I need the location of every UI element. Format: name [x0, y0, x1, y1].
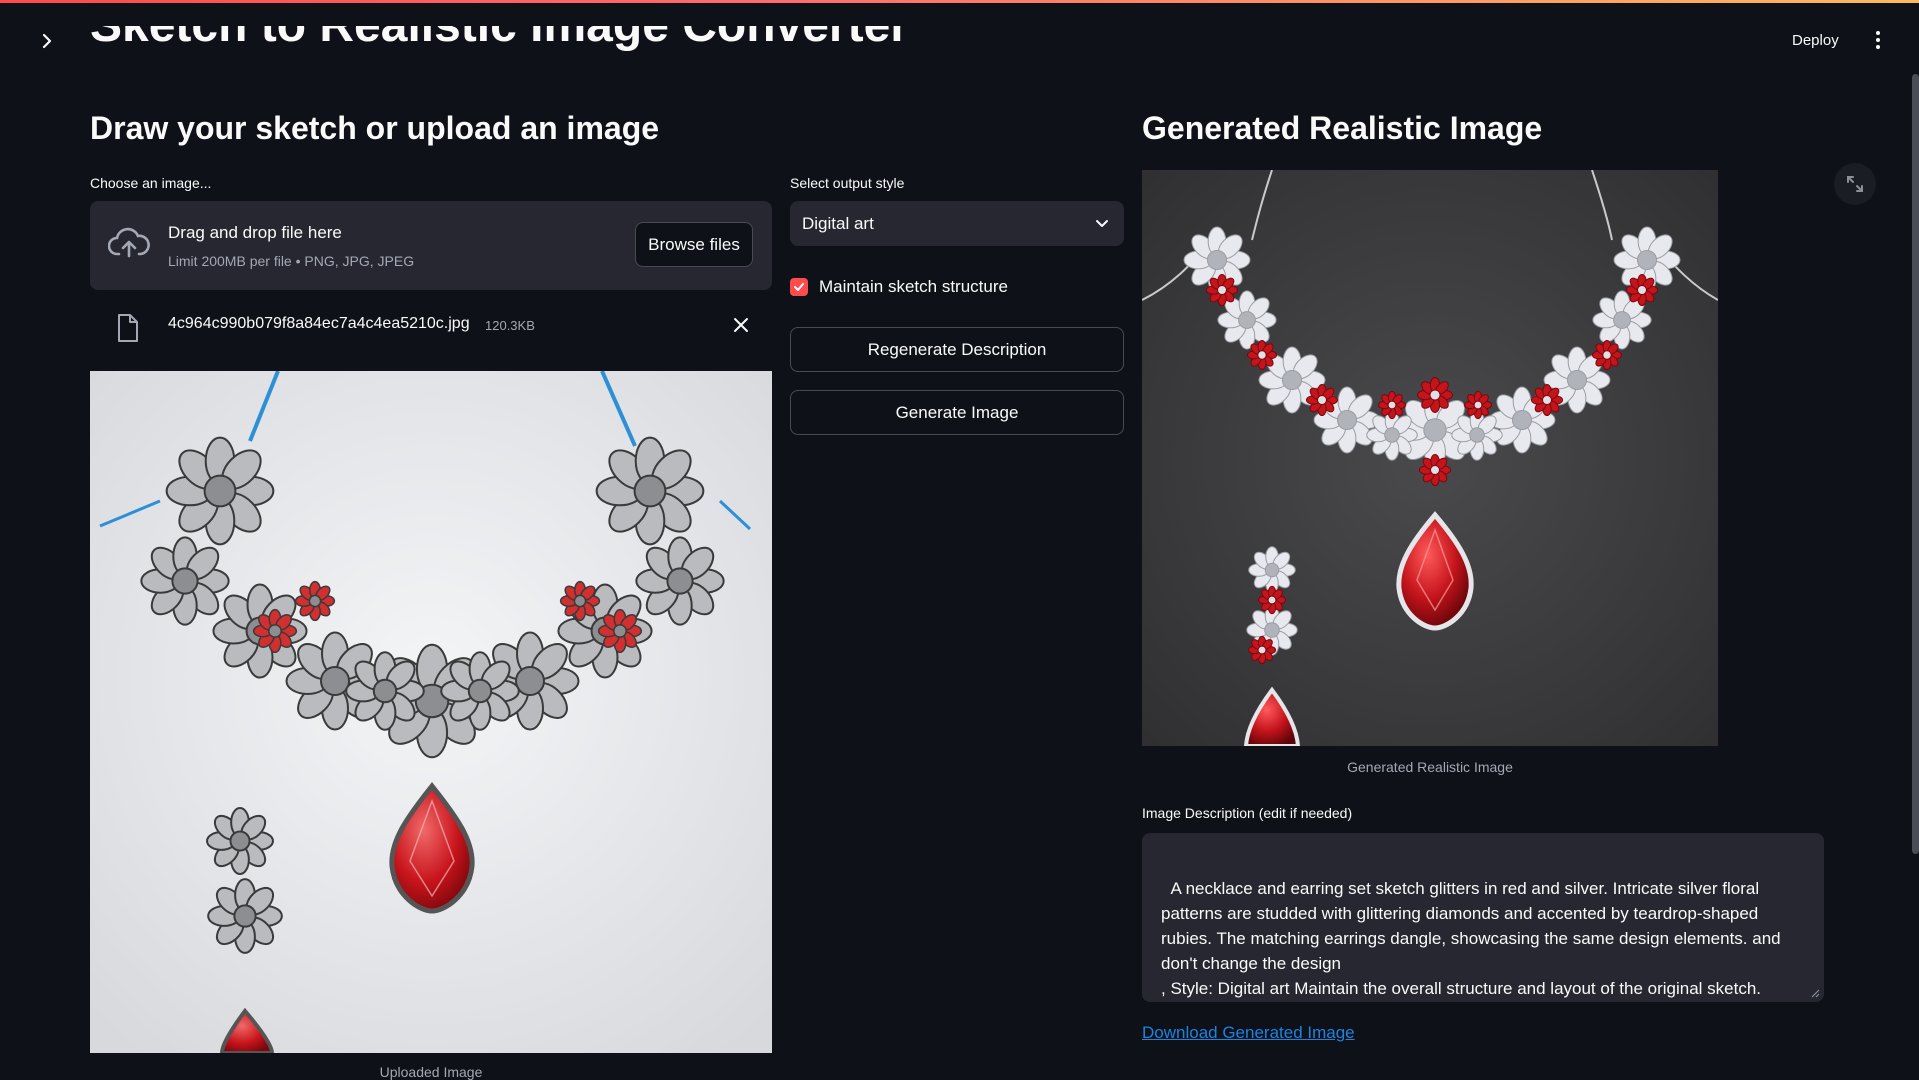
- expand-icon: [1847, 176, 1863, 192]
- chevron-down-icon: [1096, 220, 1108, 227]
- output-style-select[interactable]: Digital art: [790, 201, 1124, 246]
- maintain-structure-checkbox[interactable]: [790, 278, 808, 296]
- generate-image-button[interactable]: Generate Image: [790, 390, 1124, 435]
- generated-image-caption: Generated Realistic Image: [1347, 759, 1513, 775]
- file-name: 4c964c990b079f8a84ec7a4c4ea5210c.jpg: [168, 315, 470, 332]
- generated-image: [1142, 170, 1718, 746]
- description-label: Image Description (edit if needed): [1142, 805, 1353, 821]
- kebab-menu-icon: [1876, 31, 1880, 49]
- file-size: 120.3KB: [485, 318, 535, 333]
- chevron-right-icon: [42, 33, 52, 49]
- close-icon[interactable]: [731, 315, 751, 335]
- uploaded-file-row: 4c964c990b079f8a84ec7a4c4ea5210c.jpg 120…: [90, 305, 772, 349]
- right-heading: Generated Realistic Image: [1142, 110, 1543, 146]
- sidebar-toggle-button[interactable]: [30, 28, 64, 54]
- left-heading: Draw your sketch or upload an image: [90, 110, 660, 146]
- page-scrollbar[interactable]: [1912, 74, 1919, 854]
- file-icon: [118, 314, 138, 342]
- checkmark-icon: [794, 283, 804, 291]
- download-generated-image-link[interactable]: Download Generated Image: [1142, 1023, 1355, 1043]
- resize-grip-icon[interactable]: [1810, 988, 1820, 998]
- top-accent-bar: [0, 0, 1919, 3]
- output-style-value: Digital art: [802, 214, 874, 233]
- uploaded-image-caption: Uploaded Image: [379, 1064, 483, 1080]
- style-select-label: Select output style: [790, 175, 905, 191]
- dropzone-title: Drag and drop file here: [168, 223, 342, 242]
- main-menu-button[interactable]: [1866, 26, 1890, 54]
- deploy-button[interactable]: Deploy: [1782, 24, 1849, 56]
- fullscreen-button[interactable]: [1834, 163, 1876, 205]
- uploader-label: Choose an image...: [90, 175, 212, 191]
- description-text: A necklace and earring set sketch glitte…: [1161, 879, 1781, 998]
- dropzone-limit: Limit 200MB per file • PNG, JPG, JPEG: [168, 253, 415, 269]
- cloud-upload-icon: [108, 227, 150, 258]
- description-textarea[interactable]: A necklace and earring set sketch glitte…: [1142, 833, 1824, 1002]
- maintain-structure-label[interactable]: Maintain sketch structure: [819, 277, 1008, 297]
- file-dropzone[interactable]: Drag and drop file here Limit 200MB per …: [90, 201, 772, 290]
- app-title: Sketch to Realistic Image Converter: [90, 26, 910, 82]
- regenerate-description-button[interactable]: Regenerate Description: [790, 327, 1124, 372]
- browse-files-button[interactable]: Browse files: [635, 222, 753, 267]
- uploaded-sketch-image: [90, 371, 772, 1053]
